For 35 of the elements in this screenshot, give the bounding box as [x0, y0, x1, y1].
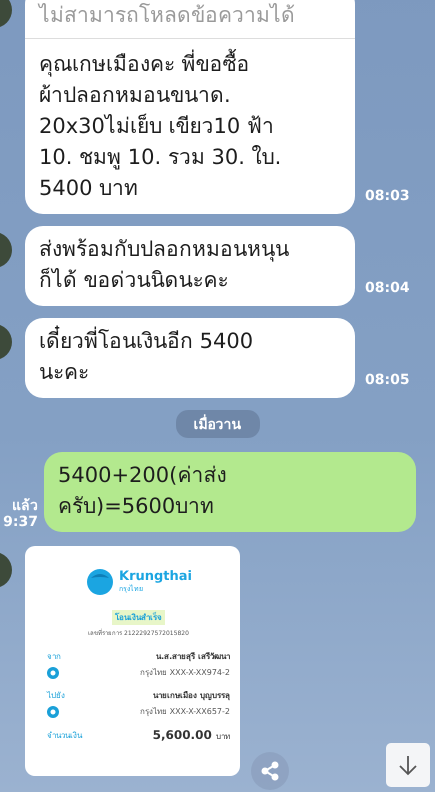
- recipient-name: นายเกษเมือง บุญบรรลุ: [152, 690, 230, 702]
- from-label: จาก: [47, 651, 61, 663]
- status-text: โอนเงินสำเร็จ: [112, 610, 165, 625]
- message-text: นะคะ: [39, 359, 90, 386]
- timestamp: 08:04: [365, 280, 410, 296]
- message-text: เดี๋ยวพี่โอนเงินอีก 5400: [39, 326, 341, 357]
- amount-label: จำนวนเงิน: [47, 730, 82, 742]
- down-arrow-icon: [398, 754, 418, 776]
- message-text: คุณเกษเมืองคะ พี่ขอซื้อ: [39, 49, 341, 80]
- amount-text: 5,600.00 บาท: [152, 728, 230, 743]
- bank-logo-icon: [85, 568, 115, 596]
- share-icon: [260, 761, 280, 781]
- message-text: 10. ชมพู 10. รวม 30. ใบ.: [39, 144, 282, 172]
- share-button[interactable]: [251, 752, 289, 790]
- read-status: แล้ว: [12, 498, 38, 514]
- message-text: 5400+200(ค่าส่ง: [58, 462, 228, 489]
- message-text: 5400 บาท: [39, 175, 140, 202]
- date-label: เมื่อวาน: [176, 410, 260, 438]
- scroll-down-button[interactable]: [386, 743, 430, 787]
- message-text: ผ้าปลอกหมอนขนาด.: [39, 82, 232, 109]
- account-text: กรุงไทย XXX-X-XX657-2: [139, 706, 230, 718]
- to-label: ไปยัง: [47, 690, 65, 702]
- sender-name: น.ส.สายสุรี เสรีวัฒนา: [155, 651, 230, 663]
- bank-name: Krungthai: [119, 570, 192, 583]
- notice-text: ไม่สามารถโหลดข้อความได้: [25, 0, 355, 39]
- bank-icon: [47, 666, 59, 678]
- timestamp: 08:05: [365, 372, 410, 388]
- timestamp: 9:37: [3, 514, 38, 530]
- message-text: ส่งพร้อมกับปลอกหมอนหนุน: [39, 236, 290, 264]
- message-text: ก็ได้ ขอด่วนนิดนะคะ: [39, 266, 230, 294]
- message-text: ครับ)=5600บาท: [58, 493, 216, 520]
- message-text: 20x30ไม่เย็บ เขียว10 ฟ้า: [39, 112, 275, 140]
- account-text: กรุงไทย XXX-X-XX974-2: [139, 667, 230, 679]
- bank-icon: [47, 706, 59, 718]
- timestamp: 08:03: [365, 188, 410, 204]
